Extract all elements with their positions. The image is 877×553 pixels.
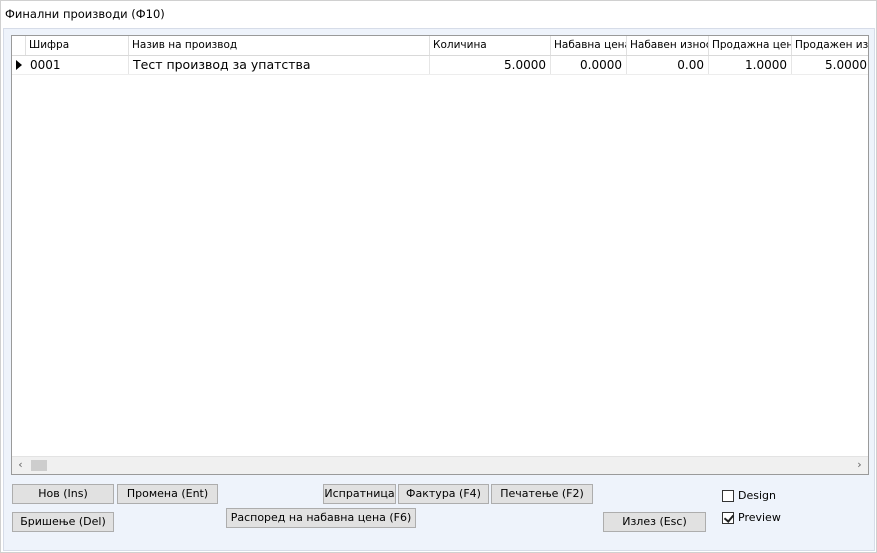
row-indicator-header: [12, 36, 26, 55]
cell-nabaven-iznos[interactable]: 0.00: [627, 56, 709, 74]
checkmark-icon: [723, 512, 735, 523]
dispatch-button[interactable]: Испратница: [323, 484, 396, 504]
column-header-nabavna-cena[interactable]: Набавна цена: [551, 36, 627, 55]
cell-prodazen-iznos[interactable]: 5.0000: [792, 56, 868, 74]
scroll-right-icon[interactable]: ›: [851, 457, 868, 474]
scrollbar-thumb[interactable]: [31, 460, 47, 471]
exit-button[interactable]: Излез (Esc): [603, 512, 706, 532]
row-pointer-icon: [16, 60, 22, 70]
preview-checkbox-box[interactable]: [722, 512, 735, 524]
column-header-kolicina[interactable]: Количина: [430, 36, 551, 55]
invoice-button[interactable]: Фактура (F4): [398, 484, 489, 504]
preview-checkbox-label: Preview: [738, 511, 781, 524]
grid-header: Шифра Назив на производ Количина Набавна…: [12, 36, 868, 56]
new-button[interactable]: Нов (Ins): [12, 484, 114, 504]
cell-kolicina[interactable]: 5.0000: [430, 56, 551, 74]
column-header-sifra[interactable]: Шифра: [26, 36, 129, 55]
column-header-prodazna-cena[interactable]: Продажна цена: [709, 36, 792, 55]
design-checkbox-label: Design: [738, 489, 776, 502]
finished-products-window: Финални производи (Ф10) Шифра Назив на п…: [0, 0, 877, 553]
table-row[interactable]: 0001 Тест производ за упатства 5.0000 0.…: [12, 56, 868, 75]
current-row-indicator: [12, 56, 26, 74]
delete-button[interactable]: Бришење (Del): [12, 512, 114, 532]
products-grid[interactable]: Шифра Назив на производ Количина Набавна…: [11, 35, 869, 475]
cell-prodazna-cena[interactable]: 1.0000: [709, 56, 792, 74]
column-header-naziv[interactable]: Назив на производ: [129, 36, 430, 55]
column-header-prodazen-iznos[interactable]: Продажен износ: [792, 36, 868, 55]
cell-nabavna-cena[interactable]: 0.0000: [551, 56, 627, 74]
window-title: Финални производи (Ф10): [5, 7, 165, 21]
scroll-left-icon[interactable]: ‹: [12, 457, 29, 474]
print-button[interactable]: Печатење (F2): [491, 484, 593, 504]
design-checkbox-box[interactable]: [722, 490, 734, 502]
cell-naziv[interactable]: Тест производ за упатства: [129, 56, 430, 74]
horizontal-scrollbar[interactable]: ‹ ›: [12, 456, 868, 474]
edit-button[interactable]: Промена (Ent): [117, 484, 218, 504]
cell-sifra[interactable]: 0001: [26, 56, 129, 74]
distribute-purchase-price-button[interactable]: Распоред на набавна цена (F6): [226, 508, 416, 528]
column-header-nabaven-iznos[interactable]: Набавен износ: [627, 36, 709, 55]
